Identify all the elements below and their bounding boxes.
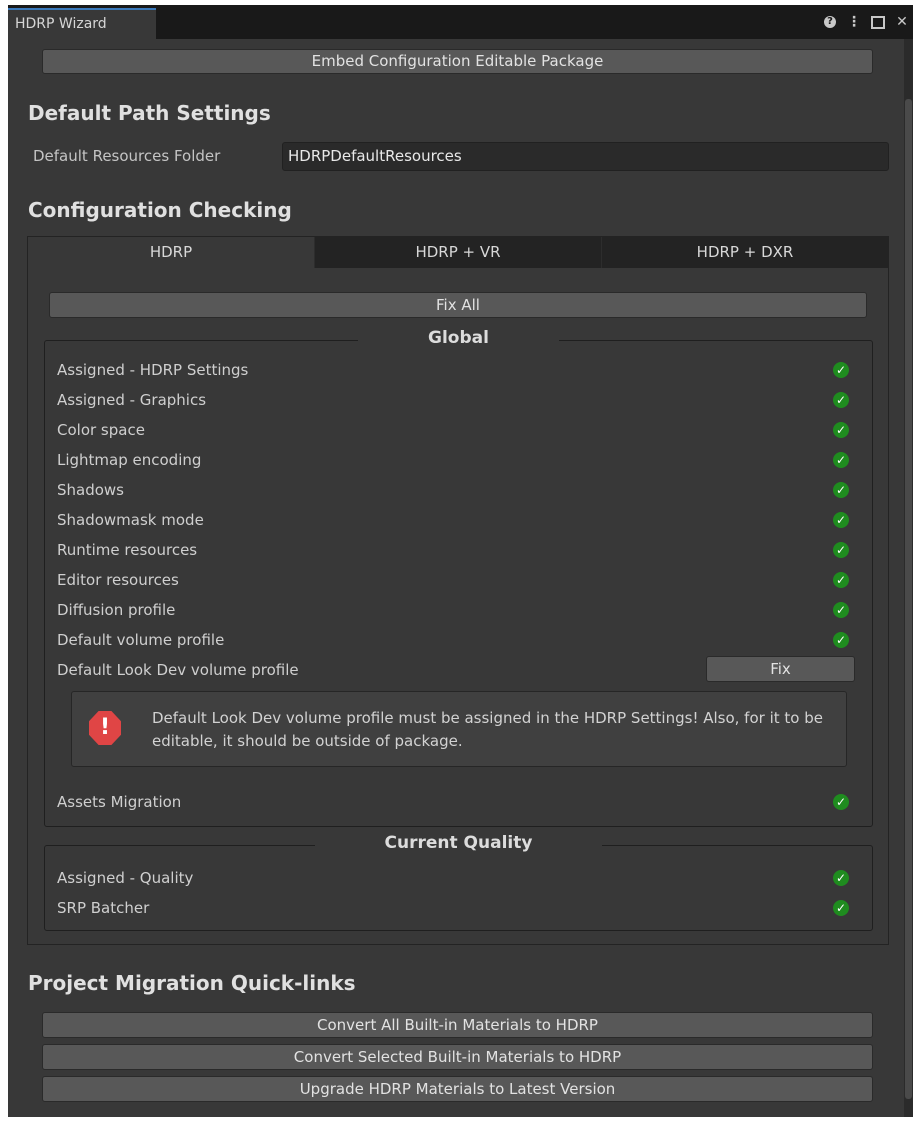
project-migration-heading: Project Migration Quick-links: [28, 971, 356, 995]
check-row: Color space ✓: [57, 416, 860, 446]
current-quality-group: Current Quality Assigned - Quality ✓ SRP…: [44, 833, 873, 931]
error-icon: !: [89, 711, 121, 745]
check-row: Runtime resources ✓: [57, 536, 860, 566]
fix-lookdev-button[interactable]: Fix: [706, 656, 855, 682]
window-tab[interactable]: HDRP Wizard: [8, 8, 156, 39]
check-icon: ✓: [833, 512, 849, 528]
embed-configuration-button[interactable]: Embed Configuration Editable Package: [42, 49, 873, 74]
title-bar-icons: ? ⋮ ✕: [823, 12, 909, 32]
check-row: SRP Batcher ✓: [57, 894, 860, 924]
lookdev-row: Default Look Dev volume profile Fix: [57, 656, 860, 686]
check-icon: ✓: [833, 362, 849, 378]
check-row: Assigned - Graphics ✓: [57, 386, 860, 416]
maximize-icon[interactable]: [871, 14, 885, 30]
configuration-checking-heading: Configuration Checking: [28, 198, 292, 222]
fix-all-button[interactable]: Fix All: [49, 292, 867, 318]
check-row: Shadowmask mode ✓: [57, 506, 860, 536]
configuration-panel: HDRP HDRP + VR HDRP + DXR Fix All Global…: [27, 236, 889, 945]
check-row: Lightmap encoding ✓: [57, 446, 860, 476]
check-row: Assigned - HDRP Settings ✓: [57, 356, 860, 386]
more-icon[interactable]: ⋮: [847, 14, 861, 30]
check-row: Default volume profile ✓: [57, 626, 860, 656]
check-icon: ✓: [833, 422, 849, 438]
vertical-scrollbar[interactable]: [904, 39, 913, 1117]
tab-hdrp[interactable]: HDRP: [28, 237, 314, 268]
tab-hdrp-vr[interactable]: HDRP + VR: [314, 237, 601, 268]
check-icon: ✓: [833, 572, 849, 588]
global-group: Global Assigned - HDRP Settings ✓ Assign…: [44, 328, 873, 827]
convert-all-materials-button[interactable]: Convert All Built-in Materials to HDRP: [42, 1012, 873, 1038]
check-icon: ✓: [833, 482, 849, 498]
check-icon: ✓: [833, 392, 849, 408]
check-row: Editor resources ✓: [57, 566, 860, 596]
check-row: Assigned - Quality ✓: [57, 864, 860, 894]
scrollbar-thumb[interactable]: [905, 99, 912, 1099]
check-icon: ✓: [833, 870, 849, 886]
check-row: Shadows ✓: [57, 476, 860, 506]
default-resources-field[interactable]: HDRPDefaultResources: [282, 142, 889, 171]
default-path-heading: Default Path Settings: [28, 101, 271, 125]
upgrade-hdrp-materials-button[interactable]: Upgrade HDRP Materials to Latest Version: [42, 1076, 873, 1102]
help-icon[interactable]: ?: [823, 14, 837, 30]
convert-selected-materials-button[interactable]: Convert Selected Built-in Materials to H…: [42, 1044, 873, 1070]
check-icon: ✓: [833, 452, 849, 468]
check-icon: ✓: [833, 542, 849, 558]
check-row: Diffusion profile ✓: [57, 596, 860, 626]
check-icon: ✓: [833, 602, 849, 618]
check-icon: ✓: [833, 632, 849, 648]
default-resources-label: Default Resources Folder: [33, 147, 221, 165]
assets-migration-row: Assets Migration ✓: [57, 788, 860, 818]
global-group-title: Global: [45, 328, 872, 348]
error-help-box: ! Default Look Dev volume profile must b…: [71, 691, 847, 767]
window-title-bar: HDRP Wizard ? ⋮ ✕: [8, 5, 913, 39]
check-icon: ✓: [833, 900, 849, 916]
check-icon: ✓: [833, 794, 849, 810]
hdrp-wizard-window: HDRP Wizard ? ⋮ ✕ Embed Configuration Ed…: [8, 5, 913, 1117]
current-quality-title: Current Quality: [45, 833, 872, 853]
close-icon[interactable]: ✕: [895, 14, 909, 30]
configuration-tabs: HDRP HDRP + VR HDRP + DXR: [28, 237, 888, 268]
error-message: Default Look Dev volume profile must be …: [152, 709, 823, 750]
tab-hdrp-dxr[interactable]: HDRP + DXR: [601, 237, 888, 268]
